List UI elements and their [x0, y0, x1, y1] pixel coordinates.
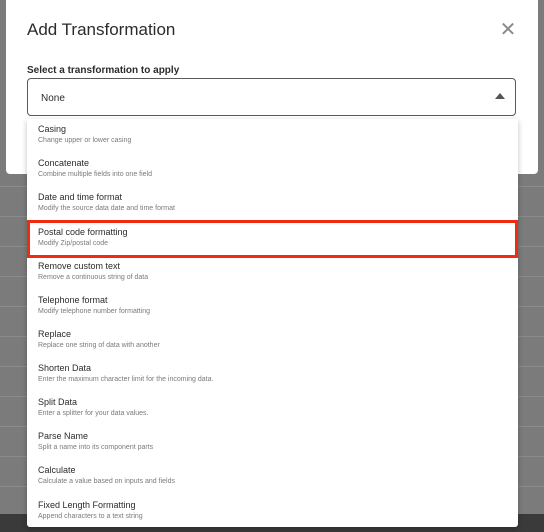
option-telephone-format[interactable]: Telephone format Modify telephone number… — [27, 290, 518, 324]
option-description: Modify the source data date and time for… — [38, 205, 175, 212]
option-title: Postal code formatting — [38, 227, 128, 237]
option-remove-custom-text[interactable]: Remove custom text Remove a continuous s… — [27, 256, 518, 290]
select-value: None — [41, 93, 65, 104]
option-calculate[interactable]: Calculate Calculate a value based on inp… — [27, 460, 518, 494]
option-title: Fixed Length Formatting — [38, 500, 136, 510]
option-title: Remove custom text — [38, 261, 121, 271]
option-title: Shorten Data — [38, 363, 92, 373]
option-shorten-data[interactable]: Shorten Data Enter the maximum character… — [27, 358, 518, 392]
option-fixed-length-formatting[interactable]: Fixed Length Formatting Append character… — [27, 495, 518, 527]
option-description: Append characters to a text string — [38, 513, 143, 520]
option-description: Calculate a value based on inputs and fi… — [38, 478, 175, 485]
option-title: Casing — [38, 124, 67, 134]
option-replace[interactable]: Replace Replace one string of data with … — [27, 324, 518, 358]
option-description: Enter the maximum character limit for th… — [38, 376, 214, 383]
option-postal-code-formatting[interactable]: Postal code formatting Modify Zip/postal… — [27, 222, 518, 256]
option-casing[interactable]: Casing Change upper or lower casing — [27, 119, 518, 153]
option-title: Concatenate — [38, 158, 90, 168]
option-title: Calculate — [38, 465, 76, 475]
option-description: Modify telephone number formatting — [38, 308, 151, 315]
option-description: Modify Zip/postal code — [38, 240, 109, 247]
transformation-select-label: Select a transformation to apply — [27, 65, 180, 76]
dialog-title: Add Transformation — [27, 20, 176, 39]
transformation-options-list[interactable]: Casing Change upper or lower casing Conc… — [27, 119, 518, 527]
option-title: Split Data — [38, 397, 78, 407]
close-icon[interactable]: ✕ — [498, 20, 518, 40]
option-description: Replace one string of data with another — [38, 342, 160, 349]
option-title: Replace — [38, 329, 72, 339]
option-parse-name[interactable]: Parse Name Split a name into its compone… — [27, 426, 518, 460]
option-description: Remove a continuous string of data — [38, 274, 149, 281]
transformation-select[interactable]: None — [27, 78, 516, 116]
option-date-time-format[interactable]: Date and time format Modify the source d… — [27, 187, 518, 221]
option-title: Parse Name — [38, 431, 89, 441]
option-title: Telephone format — [38, 295, 108, 305]
caret-up-icon — [495, 93, 505, 99]
option-description: Change upper or lower casing — [38, 137, 132, 144]
option-title: Date and time format — [38, 192, 123, 202]
option-split-data[interactable]: Split Data Enter a splitter for your dat… — [27, 392, 518, 426]
option-description: Split a name into its component parts — [38, 444, 154, 451]
option-description: Combine multiple fields into one field — [38, 171, 153, 178]
option-description: Enter a splitter for your data values. — [38, 410, 149, 417]
option-concatenate[interactable]: Concatenate Combine multiple fields into… — [27, 153, 518, 187]
